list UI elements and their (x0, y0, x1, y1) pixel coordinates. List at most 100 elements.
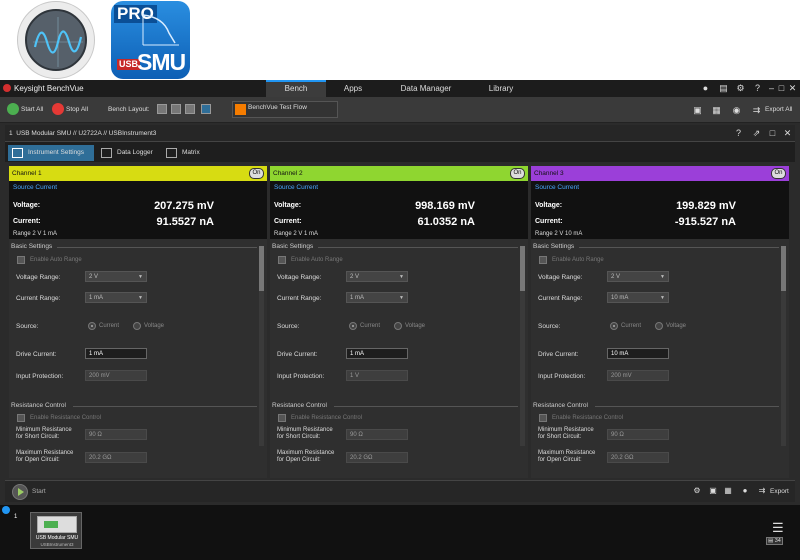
max-resistance-input[interactable]: 20.2 GΩ (346, 452, 408, 463)
benchvue-test-flow-button[interactable]: BenchVue Test Flow (232, 101, 338, 118)
source-voltage-radio[interactable] (655, 322, 663, 330)
source-current-radio[interactable] (88, 322, 96, 330)
chevron-down-icon: ▼ (138, 274, 143, 280)
resistance-control-heading: Resistance Control (533, 402, 588, 409)
settings-scrollbar[interactable] (520, 246, 525, 446)
open-folder-icon[interactable]: ▦ (723, 486, 733, 496)
save-icon[interactable]: ▣ (692, 105, 703, 116)
export-icon[interactable]: ⇉ (751, 105, 762, 116)
voltage-range-select[interactable]: 2 V ▼ (346, 271, 408, 282)
tab-matrix[interactable]: Matrix (162, 145, 210, 161)
max-resistance-input[interactable]: 20.2 GΩ (85, 452, 147, 463)
current-label: Current: (13, 218, 41, 225)
settings-gear-icon[interactable]: ⚙ (735, 83, 746, 94)
settings-scrollbar[interactable] (781, 246, 786, 446)
menu-icon[interactable]: ☰ (772, 521, 784, 534)
resistance-control-checkbox[interactable] (17, 414, 25, 422)
tab-data-manager[interactable]: Data Manager (392, 80, 460, 97)
range-readout: Range 2 V 1 mA (13, 231, 58, 237)
max-resistance-input[interactable]: 20.2 GΩ (607, 452, 669, 463)
voltage-range-select[interactable]: 2 V ▼ (607, 271, 669, 282)
channel-on-toggle[interactable]: On (510, 168, 525, 179)
drive-current-label: Drive Current: (277, 351, 318, 358)
source-mode-label: Source Current (274, 184, 319, 191)
auto-range-checkbox[interactable] (278, 256, 286, 264)
voltage-range-select[interactable]: 2 V ▼ (85, 271, 147, 282)
settings-gear-icon[interactable]: ⚙ (692, 486, 702, 496)
source-voltage-radio[interactable] (133, 322, 141, 330)
drive-current-input[interactable]: 1 mA (346, 348, 408, 359)
export-all-button[interactable]: Export All (765, 104, 792, 116)
min-resistance-label: Minimum Resistance for Short Circuit: (16, 427, 72, 440)
layout-single-icon[interactable] (157, 104, 167, 114)
export-button[interactable]: Export (770, 488, 789, 495)
min-resistance-label: Minimum Resistance for Short Circuit: (277, 427, 333, 440)
source-current-radio[interactable] (349, 322, 357, 330)
voltage-reading: 998.169 mV (415, 200, 475, 212)
input-protection-input[interactable]: 200 mV (85, 370, 147, 381)
capture-icon[interactable]: ◉ (731, 105, 742, 116)
current-range-select[interactable]: 10 mA ▼ (607, 292, 669, 303)
chevron-down-icon: ▼ (399, 274, 404, 280)
tab-bench[interactable]: Bench (266, 80, 326, 97)
channel-header: Channel 1 On (9, 166, 267, 181)
close-icon[interactable]: ✕ (782, 128, 793, 139)
bench-layout-label: Bench Layout: (108, 106, 150, 113)
channel-readout: Source Current Voltage: 199.829 mV Curre… (531, 181, 789, 239)
min-resistance-input[interactable]: 90 Ω (607, 429, 669, 440)
auto-range-checkbox[interactable] (17, 256, 25, 264)
help-icon[interactable]: ? (733, 128, 744, 139)
channel-on-toggle[interactable]: On (249, 168, 264, 179)
save-icon[interactable]: ▣ (708, 486, 718, 496)
resistance-control-checkbox[interactable] (278, 414, 286, 422)
settings-scrollbar[interactable] (259, 246, 264, 446)
test-flow-icon (235, 104, 246, 115)
notifications-icon[interactable]: ● (740, 486, 750, 496)
resistance-control-checkbox[interactable] (539, 414, 547, 422)
notifications-icon[interactable]: ● (700, 83, 711, 94)
min-resistance-input[interactable]: 90 Ω (85, 429, 147, 440)
channel-on-toggle[interactable]: On (771, 168, 786, 179)
start-button[interactable]: Start (32, 488, 46, 495)
export-icon[interactable]: ⇉ (757, 486, 767, 496)
help-icon[interactable]: ? (752, 83, 763, 94)
instruments-icon[interactable]: ▤ (718, 83, 729, 94)
divider (73, 406, 257, 407)
layout-grid-icon[interactable] (185, 104, 195, 114)
min-resistance-input[interactable]: 90 Ω (346, 429, 408, 440)
tab-data-logger[interactable]: Data Logger (97, 145, 161, 161)
tab-instrument-settings[interactable]: Instrument Settings (8, 145, 94, 161)
open-folder-icon[interactable]: ▦ (711, 105, 722, 116)
scrollbar-thumb[interactable] (259, 246, 264, 291)
tab-apps[interactable]: Apps (335, 80, 371, 97)
drive-current-input[interactable]: 10 mA (607, 348, 669, 359)
stop-all-button[interactable]: Stop All (66, 104, 88, 116)
voltage-range-label: Voltage Range: (16, 274, 61, 281)
source-voltage-radio[interactable] (394, 322, 402, 330)
input-protection-input[interactable]: 1 V (346, 370, 408, 381)
start-all-button[interactable]: Start All (21, 104, 43, 116)
input-protection-label: Input Protection: (16, 373, 64, 380)
instrument-thumbnail[interactable]: USB Modular SMU USBInstrument3 (30, 512, 82, 549)
layout-active-icon[interactable] (201, 104, 211, 114)
current-range-label: Current Range: (538, 295, 583, 302)
scrollbar-thumb[interactable] (520, 246, 525, 291)
basic-settings-heading: Basic Settings (272, 243, 314, 250)
start-play-icon[interactable] (12, 484, 28, 500)
source-current-radio[interactable] (610, 322, 618, 330)
input-protection-input[interactable]: 200 mV (607, 370, 669, 381)
stop-all-icon[interactable] (52, 103, 64, 115)
close-icon[interactable]: ✕ (787, 83, 798, 94)
start-all-icon[interactable] (7, 103, 19, 115)
maximize-icon[interactable]: □ (767, 128, 778, 139)
scrollbar-thumb[interactable] (781, 246, 786, 291)
tab-library[interactable]: Library (483, 80, 519, 97)
collapse-icon[interactable] (2, 506, 10, 514)
layout-split-icon[interactable] (171, 104, 181, 114)
current-range-select[interactable]: 1 mA ▼ (346, 292, 408, 303)
current-range-select[interactable]: 1 mA ▼ (85, 292, 147, 303)
drive-current-input[interactable]: 1 mA (85, 348, 147, 359)
maximize-icon[interactable]: □ (776, 83, 787, 94)
auto-range-checkbox[interactable] (539, 256, 547, 264)
popout-icon[interactable]: ⇗ (751, 128, 762, 139)
